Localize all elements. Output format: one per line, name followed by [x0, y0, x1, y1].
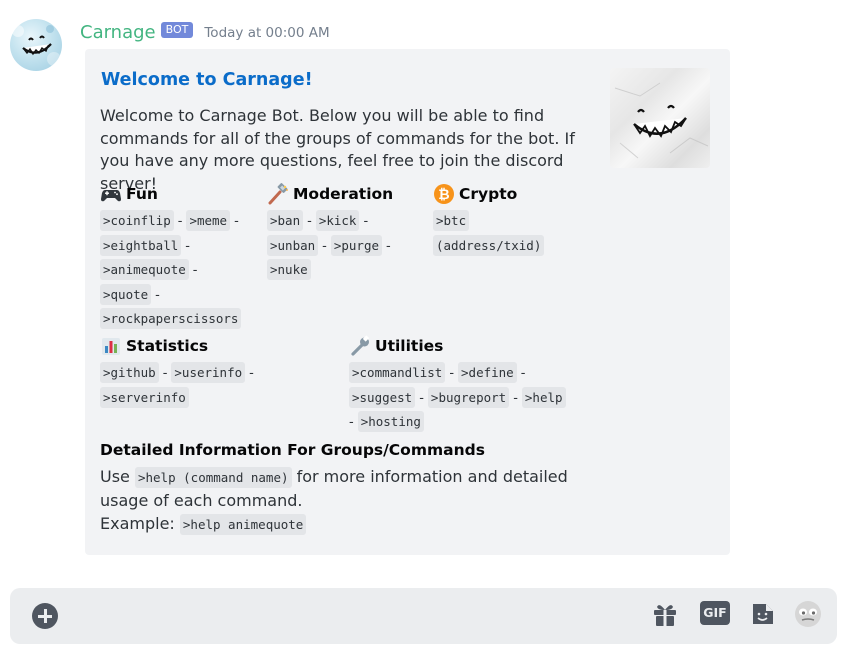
- command-code: (address/txid): [433, 234, 545, 256]
- bitcoin-icon: ₿: [433, 183, 455, 205]
- command-code: >nuke: [267, 259, 311, 280]
- gift-icon[interactable]: [651, 600, 679, 632]
- gif-icon[interactable]: GIF: [700, 601, 730, 625]
- command-code: >hosting: [357, 411, 424, 432]
- command-code: >coinflip: [100, 210, 174, 231]
- field-name-statistics: Statistics: [126, 337, 209, 355]
- command-code: >rockpaperscissors: [100, 308, 242, 329]
- command-code: >quote: [100, 283, 152, 305]
- field-value-fun: >coinflip - >meme - >eightball - >animequote…: [100, 209, 260, 332]
- bot-badge: BOT: [160, 22, 194, 38]
- embed-title: Welcome to Carnage!: [101, 70, 313, 90]
- command-code: >purge: [330, 234, 383, 256]
- message-header: Carnage BOT Today at 00:00 AM: [80, 20, 330, 44]
- wrench-icon: [349, 335, 371, 357]
- command-code: >meme: [186, 210, 231, 231]
- message-timestamp[interactable]: Today at 00:00 AM: [204, 25, 329, 41]
- command-code: >define: [458, 362, 517, 383]
- help-embed: Welcome to Carnage! Welcome to Carnage B…: [85, 49, 730, 555]
- command-code: >userinfo: [171, 362, 246, 383]
- message-input-bar[interactable]: GIF: [10, 588, 837, 644]
- field-value-crypto: >btc (address/txid): [433, 209, 603, 258]
- bar-chart-icon: [100, 335, 122, 357]
- field-name-moderation: Moderation: [293, 185, 394, 203]
- command-code: >suggest: [349, 386, 416, 408]
- author-name[interactable]: Carnage: [80, 22, 156, 43]
- field-name-crypto: Crypto: [459, 185, 518, 203]
- emoji-icon[interactable]: [793, 599, 823, 633]
- command-code: >help (command name): [134, 467, 292, 488]
- sticker-icon[interactable]: [749, 600, 777, 632]
- command-code: >btc: [433, 210, 470, 231]
- field-fun: Fun >coinflip - >meme - >eightball - >animeq…: [100, 182, 260, 332]
- command-code: >eightball: [100, 234, 182, 256]
- plus-icon[interactable]: [32, 603, 58, 629]
- field-statistics: Statistics >github - >userinfo - >serverinf…: [100, 334, 340, 410]
- field-moderation: Moderation >ban - >kick - >unban - >purge - >n…: [267, 182, 427, 283]
- field-utilities: Utilities >commandlist - >define - >suggest…: [349, 334, 599, 435]
- embed-thumbnail[interactable]: [610, 68, 710, 168]
- field-value-utilities: >commandlist - >define - >suggest - >bugrepor…: [349, 361, 599, 435]
- command-code: >kick: [315, 210, 360, 231]
- svg-text:₿: ₿: [438, 187, 449, 203]
- command-code: >animequote: [100, 259, 189, 280]
- field-value-statistics: >github - >userinfo - >serverinfo: [100, 361, 340, 410]
- command-code: >bugreport: [427, 386, 510, 408]
- detail-text: Use >help (command name) for more inform…: [100, 467, 568, 535]
- command-code: >serverinfo: [100, 386, 189, 408]
- command-code: >help animequote: [179, 514, 307, 535]
- hammer-icon: [267, 183, 289, 205]
- field-name-fun: Fun: [126, 185, 158, 203]
- command-code: >help: [521, 386, 566, 408]
- game-controller-icon: [100, 183, 122, 205]
- command-code: >github: [100, 362, 159, 383]
- detail-heading: Detailed Information For Groups/Commands: [100, 441, 485, 459]
- command-code: >commandlist: [349, 362, 446, 383]
- field-crypto: ₿ Crypto >btc (address/txid): [433, 182, 603, 258]
- command-code: >unban: [267, 234, 319, 256]
- field-value-moderation: >ban - >kick - >unban - >purge - >nuke: [267, 209, 427, 283]
- command-code: >ban: [267, 210, 304, 231]
- field-name-utilities: Utilities: [375, 337, 444, 355]
- bot-avatar[interactable]: [10, 19, 62, 71]
